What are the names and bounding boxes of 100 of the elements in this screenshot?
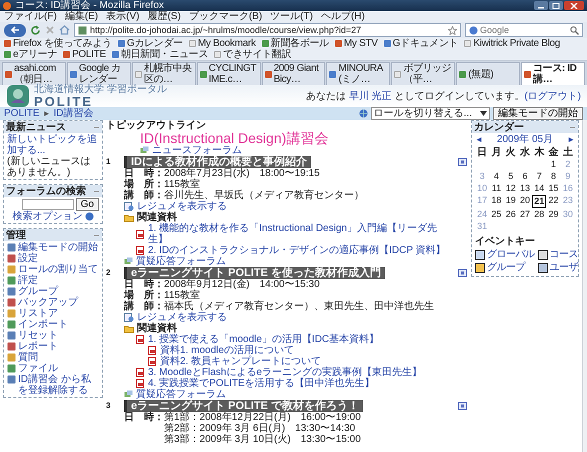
browser-tab[interactable]: ボブリッジ（平… xyxy=(391,62,456,85)
admin-link[interactable]: バックアップ xyxy=(18,297,78,308)
role-select[interactable]: ロールを切り替える... xyxy=(370,107,490,120)
admin-link[interactable]: ID講習会 から私を登録解除する xyxy=(18,374,99,396)
browser-tab[interactable]: asahi.com（朝日… xyxy=(2,62,66,85)
material-link[interactable]: 1. 機能的な教材を作る「Instructional Design」入門編【リーダ先生】 xyxy=(148,223,456,245)
forum-link[interactable]: 質疑応答フォーラム xyxy=(136,256,226,267)
calendar-day[interactable]: 28 xyxy=(532,209,546,220)
event-key-link[interactable]: コース xyxy=(550,249,578,260)
calendar-day[interactable]: 1 xyxy=(546,159,561,170)
user-link[interactable]: 早川 光正 xyxy=(348,90,392,102)
calendar-day[interactable]: 15 xyxy=(546,183,561,194)
bookmark-item[interactable]: Kiwitrick Private Blog xyxy=(464,38,560,49)
bookmark-item[interactable]: 朝日新聞・ニュース xyxy=(112,49,208,60)
menu-item[interactable]: ブックマーク(B) xyxy=(188,11,262,22)
event-color-swatch[interactable] xyxy=(475,262,485,272)
resume-link[interactable]: レジュメを表示する xyxy=(137,312,227,323)
add-topic-link[interactable]: 新しいトピックを追加する... xyxy=(7,134,99,156)
help-icon[interactable] xyxy=(84,212,94,221)
admin-link[interactable]: 質問 xyxy=(18,352,38,363)
browser-tab[interactable]: CYCLINGTIME.c… xyxy=(196,62,261,85)
menu-item[interactable]: 表示(V) xyxy=(106,11,140,22)
bookmark-item[interactable]: できサイト翻訳 xyxy=(214,49,292,60)
bookmark-item[interactable]: eアリーナ xyxy=(4,49,58,60)
edit-mode-button[interactable]: 編集モードの開始 xyxy=(493,107,583,120)
search-engine-icon[interactable] xyxy=(469,26,478,34)
admin-link[interactable]: ファイル xyxy=(18,363,58,374)
admin-link[interactable]: インポート xyxy=(18,319,68,330)
admin-link[interactable]: レポート xyxy=(18,341,58,352)
bookmark-item[interactable]: Firefox を使ってみよう xyxy=(4,38,112,49)
event-color-swatch[interactable] xyxy=(538,262,548,272)
menu-item[interactable]: ファイル(F) xyxy=(4,11,57,22)
calendar-day[interactable]: 18 xyxy=(489,195,504,208)
bookmark-item[interactable]: My STV xyxy=(334,38,378,49)
calendar-day[interactable]: 12 xyxy=(504,183,518,194)
event-key-link[interactable]: ユーザ xyxy=(550,262,578,273)
previous-month-link[interactable]: ◄ xyxy=(475,134,483,145)
forum-link[interactable]: 質疑応答フォーラム xyxy=(136,389,226,400)
minimize-button[interactable] xyxy=(534,1,548,10)
scrollbar[interactable] xyxy=(582,120,587,452)
calendar-day[interactable]: 4 xyxy=(489,171,504,182)
highlight-icon[interactable] xyxy=(458,158,467,166)
calendar-day[interactable]: 27 xyxy=(518,209,532,220)
bookmark-item[interactable]: Gカレンダー xyxy=(118,38,183,49)
address-field[interactable]: http://polite.do-johodai.ac.jp/~hrulms/moodle/course/view.php?id=27 xyxy=(74,23,461,37)
calendar-day[interactable]: 25 xyxy=(489,209,504,220)
bookmark-item[interactable]: POLITE xyxy=(63,49,106,60)
browser-tab[interactable]: (無題) xyxy=(456,62,520,85)
event-color-swatch[interactable] xyxy=(538,250,548,260)
resume-link[interactable]: レジュメを表示する xyxy=(137,201,227,212)
bookmark-item[interactable]: My Bookmark xyxy=(188,38,256,49)
search-icon[interactable] xyxy=(570,26,579,34)
next-month-link[interactable]: ► xyxy=(567,134,575,145)
back-button[interactable] xyxy=(4,24,26,36)
calendar-day[interactable]: 6 xyxy=(518,171,532,182)
breadcrumb-link[interactable]: ID講習会 xyxy=(54,108,94,119)
reload-icon[interactable] xyxy=(30,24,41,36)
calendar-day[interactable]: 26 xyxy=(504,209,518,220)
admin-link[interactable]: ロールの割り当て xyxy=(18,264,98,275)
event-key-link[interactable]: グループ xyxy=(487,262,525,273)
breadcrumb-link[interactable]: POLITE xyxy=(4,108,40,119)
menu-item[interactable]: 履歴(S) xyxy=(147,11,181,22)
calendar-day[interactable]: 29 xyxy=(546,209,561,220)
admin-link[interactable]: 編集モードの開始 xyxy=(18,242,98,253)
star-icon[interactable] xyxy=(448,26,457,34)
material-link[interactable]: 1. 授業で使える「moodle」の活用【IDC基本資料】 xyxy=(148,334,380,345)
highlight-icon[interactable] xyxy=(458,269,467,277)
search-box[interactable]: Google xyxy=(465,23,583,37)
calendar-day[interactable]: 8 xyxy=(546,171,561,182)
calendar-day[interactable]: 13 xyxy=(518,183,532,194)
menu-item[interactable]: 編集(E) xyxy=(64,11,98,22)
admin-link[interactable]: 評定 xyxy=(18,275,38,286)
highlight-icon[interactable] xyxy=(458,402,467,410)
logout-link[interactable]: (ログアウト) xyxy=(524,90,581,102)
search-options-link[interactable]: 検索オプション xyxy=(12,211,82,222)
month-link[interactable]: 2009年 05月 xyxy=(496,134,554,145)
admin-link[interactable]: リストア xyxy=(18,308,58,319)
admin-link[interactable]: リセット xyxy=(18,330,58,341)
material-link[interactable]: 2. IDのインストラクショナル・デザインの適応事例【IDCP 資料】 xyxy=(148,245,446,256)
forum-link[interactable]: ニュースフォーラム xyxy=(152,145,242,156)
menu-item[interactable]: ヘルプ(H) xyxy=(320,11,365,22)
material-link[interactable]: 4. 実践授業でPOLITEを活用する【田中洋也先生】 xyxy=(148,378,375,389)
browser-tab[interactable]: 2009 Giant Bicy… xyxy=(262,62,326,85)
admin-link[interactable]: グループ xyxy=(18,286,58,297)
bookmark-item[interactable]: 新聞各ボール xyxy=(262,38,329,49)
calendar-day[interactable]: 11 xyxy=(489,183,504,194)
browser-tab[interactable]: Google カレンダー xyxy=(66,62,131,85)
browser-tab[interactable]: 札幌市中央区の… xyxy=(132,62,196,85)
event-color-swatch[interactable] xyxy=(475,250,485,260)
calendar-day[interactable]: 22 xyxy=(546,195,561,208)
calendar-day[interactable]: 14 xyxy=(532,183,546,194)
calendar-day[interactable]: 5 xyxy=(504,171,518,182)
event-key-link[interactable]: グローバル xyxy=(487,249,534,260)
home-icon[interactable] xyxy=(59,25,70,35)
forum-search-field[interactable] xyxy=(22,199,74,210)
calendar-day[interactable]: 21 xyxy=(532,195,546,208)
material-link[interactable]: 3. MoodleとFlashによるeラーニングの実践事例【東田先生】 xyxy=(148,367,422,378)
calendar-day[interactable]: 19 xyxy=(504,195,518,208)
browser-tab[interactable]: MINOURA (ミノ… xyxy=(326,62,390,85)
admin-link[interactable]: 設定 xyxy=(18,253,38,264)
